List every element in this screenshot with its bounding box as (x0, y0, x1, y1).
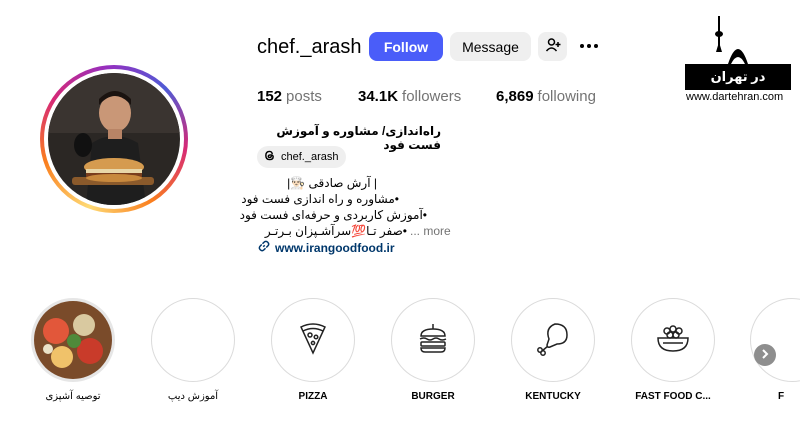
add-user-icon (545, 37, 561, 56)
highlight-label: آموزش دیپ (167, 391, 219, 402)
highlight-item[interactable]: KENTUCKY (510, 298, 596, 402)
profile-username: chef._arash (257, 36, 362, 58)
highlight-item[interactable]: BURGER (390, 298, 476, 402)
message-button[interactable]: Message (450, 32, 531, 61)
followers-count: 34.1K (358, 88, 399, 105)
highlight-empty-cover (151, 298, 235, 382)
chevron-right-icon (760, 346, 770, 364)
highlight-partial-cover (750, 298, 800, 382)
highlights-next-button[interactable] (754, 344, 776, 366)
threads-handle: chef._arash (281, 151, 339, 163)
food-bowl-icon (655, 323, 691, 358)
burger-icon (418, 322, 448, 359)
posts-stat: 152 posts (257, 88, 322, 105)
followers-stat[interactable]: 34.1K followers (358, 88, 461, 105)
suggest-user-button[interactable] (538, 32, 567, 61)
posts-label: posts (286, 88, 322, 105)
highlight-item[interactable]: آموزش دیپ (150, 298, 236, 402)
highlight-label: BURGER (411, 391, 455, 402)
following-label: following (537, 88, 596, 105)
website-link[interactable]: www.irangoodfood.ir (258, 240, 395, 255)
more-dot-icon (594, 44, 598, 48)
threads-icon (263, 149, 276, 165)
highlight-label: توصیه آشپزی (45, 391, 101, 402)
highlight-label: KENTUCKY (525, 391, 581, 402)
following-count: 6,869 (496, 88, 534, 105)
highlight-label: FAST FOOD C... (635, 391, 711, 402)
highlight-label: PIZZA (298, 391, 328, 402)
follow-button[interactable]: Follow (369, 32, 443, 61)
bio-line: | آرش صادقی 👨🏻‍🍳| (287, 176, 377, 190)
website-url: www.irangoodfood.ir (275, 240, 395, 255)
more-dot-icon (587, 44, 591, 48)
more-dot-icon (580, 44, 584, 48)
chicken-leg-icon (535, 320, 571, 361)
food-photo-thumbnail (31, 298, 115, 382)
bio-line: •آموزش کاربردی و حرفه‌ای فست فود (239, 208, 427, 222)
watermark-brand: در تهران (710, 69, 766, 84)
more-options-button[interactable] (580, 38, 600, 54)
profile-avatar[interactable] (40, 65, 188, 213)
watermark-url: www.dartehran.com (686, 91, 784, 103)
highlight-item[interactable]: توصیه آشپزی (30, 298, 116, 402)
bio-line: •صفر تـا💯سرآشـپزان بـرتـر (264, 224, 407, 238)
avatar-photo (48, 73, 180, 205)
highlight-item[interactable]: FAST FOOD C... (630, 298, 716, 402)
link-icon (258, 240, 270, 255)
highlight-label: F (778, 391, 785, 402)
threads-link[interactable]: chef._arash (257, 146, 347, 168)
pizza-icon (298, 321, 328, 360)
following-stat[interactable]: 6,869 following (496, 88, 596, 105)
bio-more-link[interactable]: ... more (410, 224, 451, 238)
bio-line: •مشاوره و راه اندازی فست فود (241, 192, 399, 206)
followers-label: followers (402, 88, 462, 105)
highlight-item[interactable]: PIZZA (270, 298, 356, 402)
posts-count: 152 (257, 88, 283, 105)
